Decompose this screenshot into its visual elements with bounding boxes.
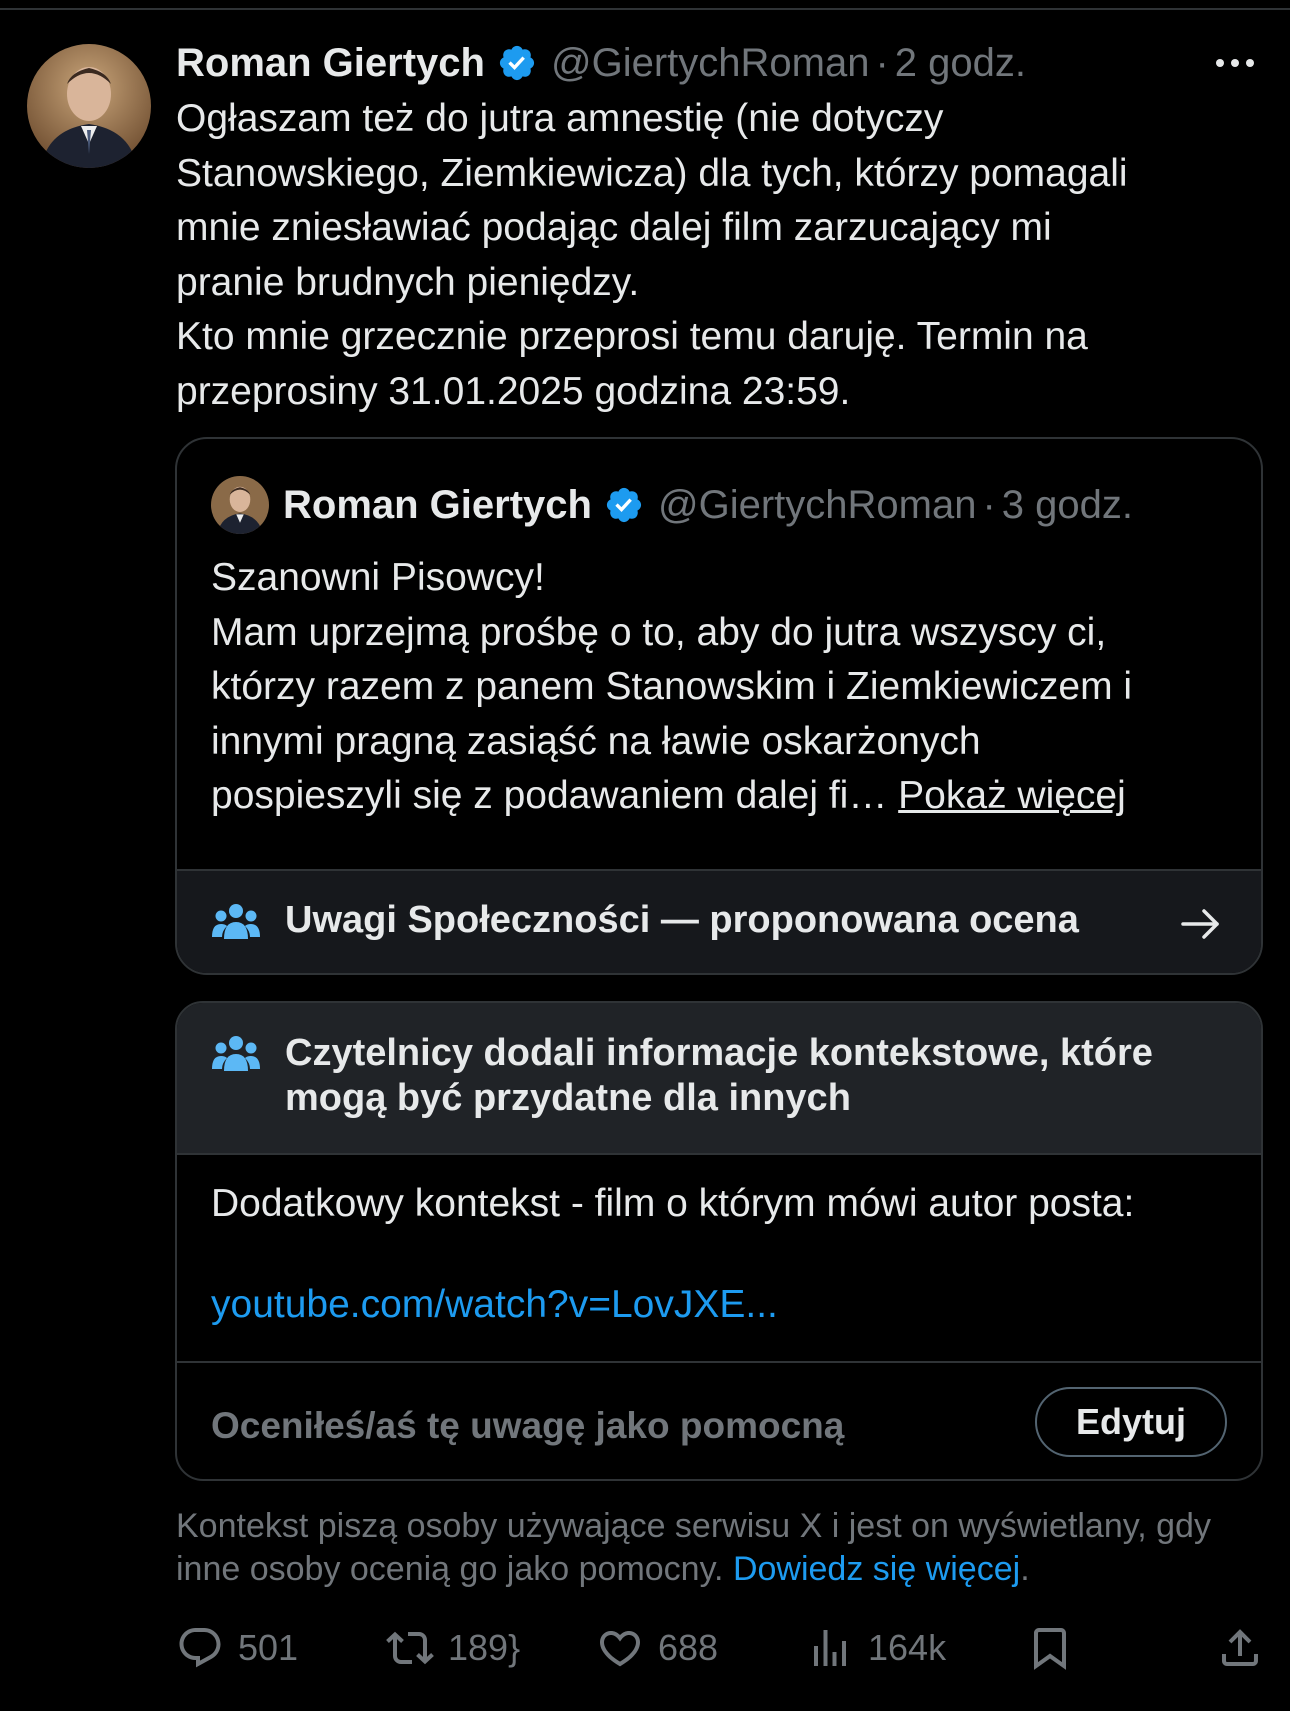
views-icon	[814, 1630, 846, 1666]
rated-helpful-text: Oceniłeś/aś tę uwagę jako pomocną	[211, 1405, 845, 1446]
tweet-text: Ogłaszam też do jutra amnestię (nie doty…	[176, 97, 1128, 413]
like-icon	[599, 1631, 641, 1667]
arrow-right-icon[interactable]	[1177, 901, 1223, 947]
author-handle[interactable]: @GiertychRoman	[551, 41, 869, 86]
disclaimer-period: .	[1020, 1550, 1030, 1588]
learn-more-link[interactable]: Dowiedz się więcej	[733, 1550, 1020, 1588]
share-button[interactable]	[1216, 1620, 1278, 1676]
repost-icon	[386, 1631, 434, 1665]
like-count: 688	[658, 1627, 719, 1668]
show-more-link[interactable]: Pokaż więcej	[898, 774, 1126, 817]
community-note-rating-bar[interactable]: Uwagi Społeczności — proponowana ocena	[177, 869, 1261, 973]
bookmark-icon	[1034, 1628, 1066, 1670]
separator-dot: ·	[875, 40, 889, 85]
action-bar: 501 189 } 688 164k	[176, 1620, 1266, 1676]
reply-icon	[179, 1628, 221, 1668]
repost-button[interactable]: 189 }	[386, 1620, 520, 1676]
top-divider	[0, 8, 1290, 10]
views-button[interactable]: 164k	[806, 1620, 946, 1676]
quoted-tweet[interactable]: Roman Giertych @GiertychRoman · 3 godz. …	[175, 437, 1263, 975]
community-note-footer: Oceniłeś/aś tę uwagę jako pomocną Edytuj	[177, 1361, 1261, 1479]
community-note-title: Czytelnicy dodali informacje kontekstowe…	[285, 1032, 1153, 1119]
separator-dot: ·	[982, 482, 996, 527]
author-name[interactable]: Roman Giertych	[176, 41, 485, 86]
community-note-body: Dodatkowy kontekst - film o którym mówi …	[211, 1182, 1135, 1225]
community-note-rating-label: Uwagi Społeczności — proponowana ocena	[285, 899, 1079, 941]
more-icon[interactable]	[1210, 48, 1260, 78]
people-icon	[211, 1033, 261, 1077]
views-count: 164k	[868, 1627, 947, 1668]
reply-count: 501	[238, 1627, 299, 1668]
quoted-author-name: Roman Giertych	[283, 482, 592, 527]
share-icon	[1222, 1629, 1258, 1666]
verified-badge-icon[interactable]	[497, 43, 537, 83]
quoted-author-avatar	[211, 476, 269, 534]
disclaimer-text: Kontekst piszą osoby używające serwisu X…	[176, 1507, 1211, 1588]
author-avatar[interactable]	[27, 44, 151, 168]
reply-button[interactable]: 501	[176, 1620, 298, 1676]
verified-badge-icon	[604, 485, 644, 525]
community-note: Czytelnicy dodali informacje kontekstowe…	[175, 1001, 1263, 1481]
bookmark-button[interactable]	[1026, 1620, 1088, 1676]
edit-button[interactable]: Edytuj	[1035, 1387, 1227, 1457]
quoted-tweet-text: Szanowni Pisowcy! Mam uprzejmą prośbę o …	[211, 551, 1241, 824]
community-note-link[interactable]: youtube.com/watch?v=LovJXE...	[211, 1283, 778, 1327]
quoted-timestamp: 3 godz.	[1001, 482, 1133, 527]
people-icon	[211, 901, 261, 945]
tweet-timestamp[interactable]: 2 godz.	[895, 41, 1026, 86]
quoted-author-handle: @GiertychRoman	[657, 482, 977, 527]
tweet-header: Roman Giertych @GiertychRoman · 2 godz.	[176, 38, 1256, 88]
repost-count: 189	[448, 1627, 509, 1668]
community-note-header: Czytelnicy dodali informacje kontekstowe…	[177, 1003, 1261, 1155]
like-button[interactable]: 688	[596, 1620, 718, 1676]
community-note-disclaimer: Kontekst piszą osoby używające serwisu X…	[176, 1505, 1266, 1591]
quoted-tweet-header: Roman Giertych @GiertychRoman · 3 godz.	[211, 475, 1133, 535]
